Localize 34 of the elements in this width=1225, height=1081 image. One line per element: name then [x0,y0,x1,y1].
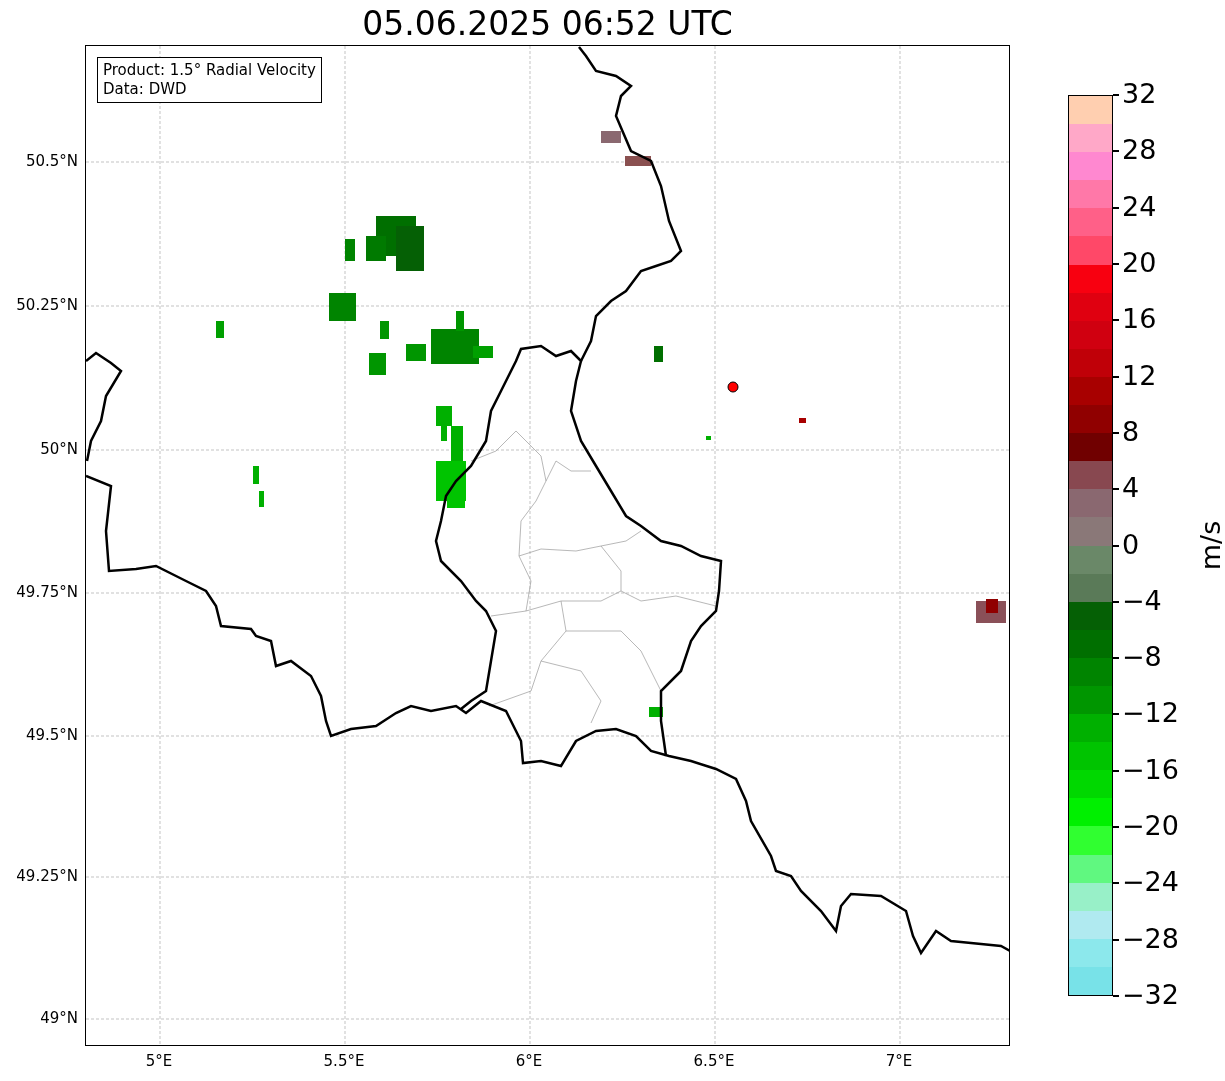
colorbar-tick-label: −32 [1122,980,1179,1010]
longitude-label: 6°E [515,1052,543,1070]
colorbar-unit-label: m/s [1195,520,1225,571]
longitude-label: 7°E [885,1052,913,1070]
colorbar-tick-label: 4 [1122,473,1140,504]
longitude-label: 6.5°E [693,1052,735,1070]
info-text: Data: DWD [103,80,188,99]
radar-site-marker [727,381,739,393]
colorbar-tick-label: −24 [1122,867,1179,898]
colorbar-tick-label: 8 [1122,416,1140,447]
colorbar-tick-label: 16 [1122,304,1157,335]
colorbar-tick-label: −4 [1122,585,1162,616]
longitude-label: 5.5°E [323,1052,365,1070]
colorbar-tick-label: 0 [1122,529,1140,560]
colorbar-tick-label: 28 [1122,135,1157,166]
colorbar-tick-label: −20 [1122,811,1179,842]
latitude-label: 50.25°N [16,297,78,313]
info-text: Product: 1.5° Radial Velocity [103,61,316,80]
latitude-label: 50°N [40,441,78,457]
colorbar-tick-label: −12 [1122,698,1179,729]
latitude-label: 50.5°N [25,153,78,169]
chart-title: 05.06.2025 06:52 UTC [361,3,734,45]
colorbar-tick-label: −16 [1122,754,1179,785]
latitude-label: 49.25°N [16,868,78,884]
colorbar-tick-label: 20 [1122,247,1157,278]
colorbar-tick-label: 12 [1122,360,1157,391]
latitude-label: 49.5°N [25,727,78,743]
longitude-label: 5°E [145,1052,173,1070]
colorbar-tick-label: 24 [1122,191,1157,222]
colorbar-tick-label: 32 [1122,79,1157,109]
latitude-label: 49.75°N [16,584,78,600]
colorbar-tick-label: −8 [1122,642,1162,673]
latitude-label: 49°N [40,1010,78,1026]
colorbar-tick-label: −28 [1122,923,1179,954]
